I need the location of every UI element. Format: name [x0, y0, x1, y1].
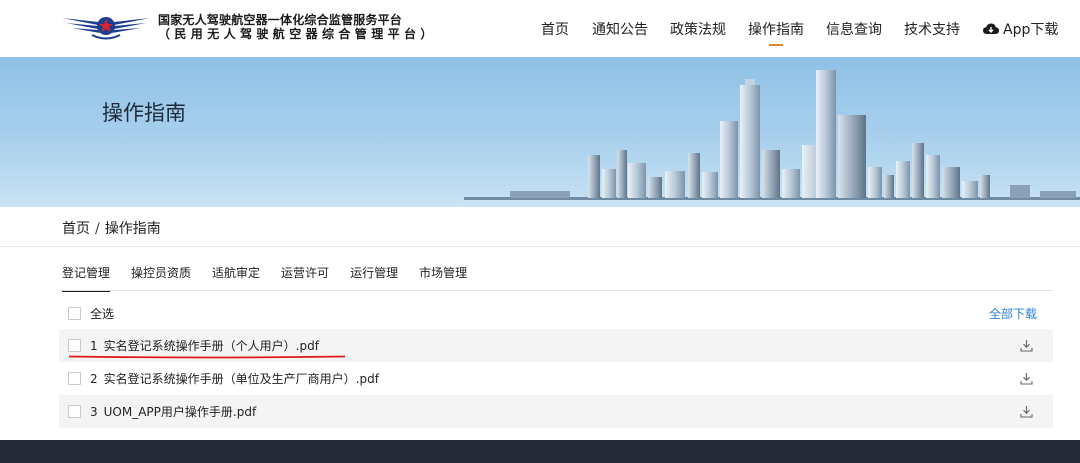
file-index: 2 [90, 372, 98, 386]
file-checkbox[interactable] [68, 405, 81, 418]
breadcrumb: 首页 / 操作指南 [62, 218, 161, 238]
nav-guide[interactable]: 操作指南 [748, 19, 804, 46]
nav-info-query[interactable]: 信息查询 [826, 19, 882, 39]
download-icon[interactable] [1020, 372, 1033, 385]
app-download-label: App下载 [1003, 22, 1059, 38]
file-label: 3 UOM_APP用户操作手册.pdf [90, 403, 256, 420]
page-footer [0, 440, 1080, 463]
file-checkbox[interactable] [68, 339, 81, 352]
banner-title: 操作指南 [102, 101, 186, 125]
nav-tech-support[interactable]: 技术支持 [904, 19, 960, 39]
select-all-checkbox[interactable] [68, 307, 81, 320]
tabs-divider [59, 290, 1053, 291]
city-skyline-image [460, 70, 1080, 207]
app-download-link[interactable]: App下载 [983, 19, 1058, 39]
tab-registration[interactable]: 登记管理 [62, 264, 111, 292]
download-icon[interactable] [1020, 339, 1033, 352]
breadcrumb-current: 操作指南 [104, 221, 161, 237]
tab-operating-license[interactable]: 运营许可 [281, 264, 329, 281]
category-tabs: 登记管理 操控员资质 适航审定 运营许可 运行管理 市场管理 [62, 264, 488, 292]
breadcrumb-home[interactable]: 首页 [62, 221, 90, 237]
page-banner: 操作指南 [0, 57, 1080, 207]
platform-subname: （民用无人驾驶航空器综合管理平台） [158, 27, 437, 41]
tab-operation-management[interactable]: 运行管理 [350, 264, 398, 281]
download-icon[interactable] [1020, 405, 1033, 418]
tab-operator-qualification[interactable]: 操控员资质 [131, 264, 191, 281]
download-all-link[interactable]: 全部下载 [989, 305, 1037, 322]
platform-name: 国家无人驾驶航空器一体化综合监管服务平台 [158, 13, 403, 27]
caac-logo[interactable] [62, 12, 150, 42]
nav-policies[interactable]: 政策法规 [670, 19, 726, 39]
file-name[interactable]: 实名登记系统操作手册（个人用户）.pdf [104, 339, 319, 353]
file-checkbox[interactable] [68, 372, 81, 385]
cloud-download-icon [983, 23, 999, 34]
file-index: 1 [90, 339, 98, 353]
nav-home[interactable]: 首页 [541, 19, 569, 39]
annotation-underline [68, 355, 346, 359]
breadcrumb-separator: / [95, 221, 100, 237]
tab-market-management[interactable]: 市场管理 [419, 264, 467, 281]
file-row[interactable]: 2 实名登记系统操作手册（单位及生产厂商用户）.pdf [59, 362, 1053, 395]
select-all-row: 全选 全部下载 [59, 297, 1053, 330]
nav-notices[interactable]: 通知公告 [592, 19, 648, 39]
file-label: 2 实名登记系统操作手册（单位及生产厂商用户）.pdf [90, 370, 379, 387]
file-label: 1 实名登记系统操作手册（个人用户）.pdf [90, 337, 319, 354]
file-name[interactable]: UOM_APP用户操作手册.pdf [104, 405, 257, 419]
breadcrumb-divider [0, 246, 1080, 247]
select-all-label[interactable]: 全选 [90, 305, 114, 322]
file-index: 3 [90, 405, 98, 419]
tab-airworthiness[interactable]: 适航审定 [212, 264, 260, 281]
platform-brand[interactable]: 国家无人驾驶航空器一体化综合监管服务平台 （民用无人驾驶航空器综合管理平台） [158, 13, 437, 42]
file-row[interactable]: 3 UOM_APP用户操作手册.pdf [59, 395, 1053, 428]
top-header: 国家无人驾驶航空器一体化综合监管服务平台 （民用无人驾驶航空器综合管理平台） 首… [0, 0, 1080, 57]
file-name[interactable]: 实名登记系统操作手册（单位及生产厂商用户）.pdf [104, 372, 379, 386]
